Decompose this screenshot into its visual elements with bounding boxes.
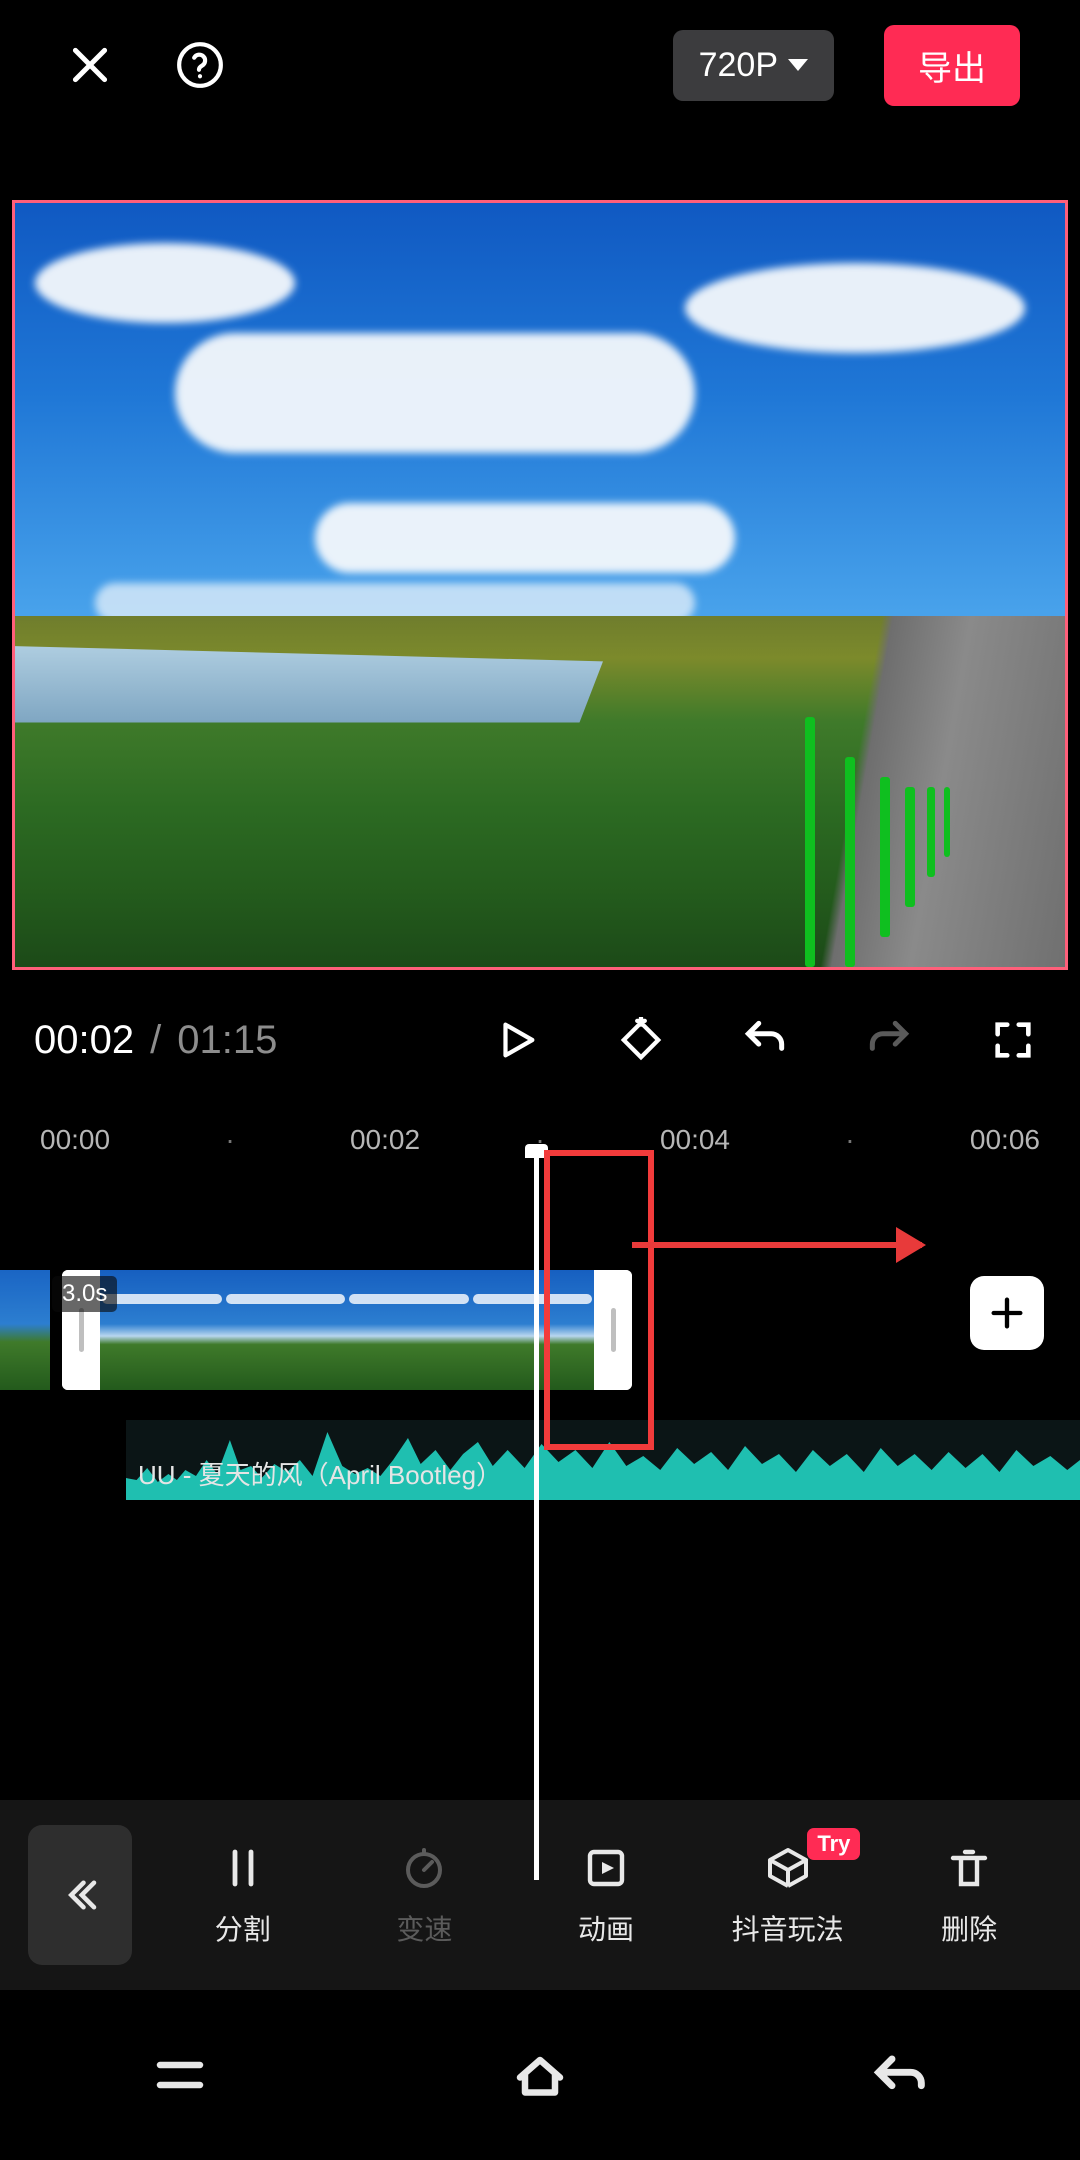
resolution-select[interactable]: 720P <box>673 30 834 101</box>
clip-duration-badge: 3.0s <box>52 1276 117 1312</box>
speed-icon <box>398 1842 450 1894</box>
resolution-label: 720P <box>699 46 778 85</box>
audio-label: UU - 夏天的风（April Bootleg） <box>138 1455 502 1492</box>
tool-animation[interactable]: 动画 <box>515 1842 697 1948</box>
help-icon[interactable] <box>170 35 230 95</box>
current-time: 00:02 <box>34 1018 134 1063</box>
nav-home-icon[interactable] <box>495 2045 585 2105</box>
system-nav-bar <box>0 1990 1080 2160</box>
play-icon[interactable] <box>490 1013 544 1067</box>
split-icon <box>217 1842 269 1894</box>
keyframe-icon[interactable] <box>614 1013 668 1067</box>
export-button[interactable]: 导出 <box>884 25 1020 106</box>
nav-recent-icon[interactable] <box>135 2045 225 2105</box>
timeline[interactable]: 00:00 · 00:02 · 00:04 · 00:06 3.0s <box>0 1110 1080 1910</box>
cube-icon <box>762 1842 814 1894</box>
time-separator: / <box>144 1018 167 1063</box>
tool-delete[interactable]: 删除 <box>878 1842 1060 1948</box>
annotation-arrow <box>632 1242 922 1248</box>
close-icon[interactable] <box>60 35 120 95</box>
annotation-box <box>544 1150 654 1450</box>
prev-clip-peek <box>0 1270 50 1390</box>
collapse-tools-button[interactable] <box>28 1825 132 1965</box>
tool-douyin[interactable]: Try 抖音玩法 <box>697 1842 879 1948</box>
time-ruler: 00:00 · 00:02 · 00:04 · 00:06 <box>0 1110 1080 1170</box>
trash-icon <box>943 1842 995 1894</box>
chevron-down-icon <box>788 59 808 71</box>
tool-speed[interactable]: 变速 <box>334 1842 516 1948</box>
tool-bar: 分割 变速 动画 Try 抖音玩法 删除 <box>0 1800 1080 1990</box>
undo-icon[interactable] <box>738 1013 792 1067</box>
tool-split[interactable]: 分割 <box>152 1842 334 1948</box>
playhead[interactable] <box>534 1150 539 1880</box>
add-clip-button[interactable] <box>970 1276 1044 1350</box>
animation-icon <box>580 1842 632 1894</box>
total-time: 01:15 <box>177 1018 277 1063</box>
video-preview[interactable] <box>12 200 1068 970</box>
fullscreen-icon[interactable] <box>986 1013 1040 1067</box>
try-badge: Try <box>807 1828 860 1860</box>
nav-back-icon[interactable] <box>855 2045 945 2105</box>
transport-bar: 00:02 / 01:15 <box>0 970 1080 1110</box>
redo-icon[interactable] <box>862 1013 916 1067</box>
